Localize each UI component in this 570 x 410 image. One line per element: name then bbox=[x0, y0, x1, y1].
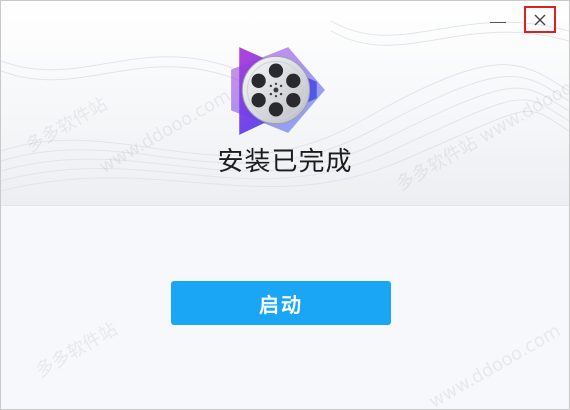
installation-complete-title: 安装已完成 bbox=[217, 147, 353, 177]
close-icon bbox=[534, 14, 546, 25]
watermark-text: www.ddooo.com bbox=[425, 320, 565, 410]
film-reel-icon bbox=[231, 47, 325, 135]
close-button[interactable] bbox=[524, 6, 556, 33]
installer-window: 多多软件站 www.ddooo.com 多多软件站 www.ddooo.com bbox=[0, 0, 570, 410]
minimize-button[interactable] bbox=[483, 7, 513, 31]
header-banner: 多多软件站 www.ddooo.com 多多软件站 www.ddooo.com bbox=[1, 1, 569, 206]
launch-button[interactable]: 启动 bbox=[171, 281, 391, 325]
minimize-icon bbox=[490, 21, 506, 23]
watermark-text: 多多软件站 bbox=[32, 318, 121, 382]
